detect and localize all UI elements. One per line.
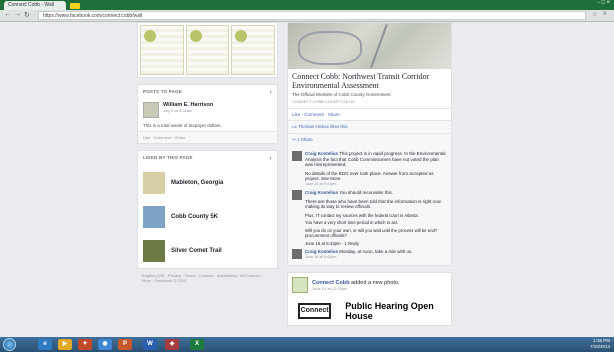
avatar[interactable] (292, 151, 302, 161)
browser-tab[interactable]: Connect Cobb - Wall (4, 1, 66, 10)
comment: Craig Kostelius Monday, at noon, take a … (292, 249, 447, 260)
page-avatar[interactable] (292, 277, 308, 293)
page-thumbnail[interactable] (143, 206, 165, 228)
liked-header: LIKED BY THIS PAGE › (138, 151, 277, 166)
shares-text[interactable]: 1 Share (297, 137, 313, 142)
posts-header-label: POSTS TO PAGE (143, 89, 182, 94)
link-post-card: Connect Cobb: Northwest Transit Corridor… (287, 22, 452, 266)
chevron-right-icon[interactable]: › (269, 155, 272, 162)
media-player-icon[interactable]: ▶ (58, 339, 72, 350)
likes-text[interactable]: Thomas Hickox likes this. (298, 124, 349, 129)
link-title[interactable]: Connect Cobb: Northwest Transit Corridor… (288, 69, 451, 90)
comment-paragraph: You have a very short time period in whi… (305, 220, 399, 225)
page-name[interactable]: Connect Cobb (312, 280, 350, 286)
shares-row: ↪ 1 Share (288, 133, 451, 146)
browser-titlebar: Connect Cobb - Wall - □ × (0, 0, 614, 10)
post-time[interactable]: June 13 at 12:03pm (312, 286, 399, 291)
post-actions[interactable]: Like · Comment · Share (138, 131, 277, 143)
liked-page-name[interactable]: Cobb County 5K (171, 214, 218, 220)
avatar[interactable] (143, 102, 159, 118)
url-text: https://www.facebook.com/connect.cobb/wa… (43, 13, 143, 19)
photo-thumb[interactable] (185, 25, 230, 75)
excel-icon[interactable]: X (190, 339, 204, 350)
windows-taskbar: e ▶ ✦ ◉ P W ◈ X 1:35 PM 7/10/2013 (0, 337, 614, 352)
page-thumbnail[interactable] (143, 172, 165, 194)
page-thumbnail[interactable] (143, 240, 165, 262)
liked-item[interactable]: Silver Comet Trail (138, 234, 277, 268)
post-text: This is a total waste of taxpayer dollar… (143, 123, 222, 128)
system-tray[interactable]: 1:35 PM 7/10/2013 (590, 338, 610, 350)
comment-meta[interactable]: June 16 at 5:41pm (305, 182, 447, 188)
left-column: POSTS TO PAGE › William E. Harrison July… (137, 22, 278, 287)
forward-arrow-icon[interactable]: → (14, 11, 21, 18)
chrome-icon[interactable]: ◉ (98, 339, 112, 350)
post-row: William E. Harrison July 9 at 9:08am (138, 100, 277, 120)
browser-navbar: ← → ↻ https://www.facebook.com/connect.c… (0, 10, 614, 22)
map-image[interactable] (288, 23, 451, 69)
star-icon[interactable]: ☆ (592, 11, 597, 18)
tray-date: 7/10/2013 (589, 344, 610, 349)
comment-extra: No details of the BOG ever took place. A… (305, 170, 434, 182)
url-bar[interactable]: https://www.facebook.com/connect.cobb/wa… (38, 11, 586, 20)
app-icon[interactable]: ◈ (165, 339, 179, 350)
liked-page-name[interactable]: Mableton, Georgia (171, 180, 223, 186)
right-column: Connect Cobb: Northwest Transit Corridor… (287, 22, 452, 326)
comment-author[interactable]: Craig Kostelius (305, 249, 338, 254)
liked-item[interactable]: Mableton, Georgia (138, 166, 277, 200)
firefox-icon[interactable]: ✦ (78, 339, 92, 350)
photo-thumb[interactable] (231, 25, 276, 75)
banner-headline: Public Hearing Open House (345, 301, 434, 321)
photo-thumb[interactable] (140, 25, 184, 75)
post-action-text: added a new photo. (351, 279, 400, 286)
comment-paragraph: Plus, IT contact my sources with the fed… (305, 212, 419, 218)
avatar[interactable] (292, 190, 302, 200)
window-controls[interactable]: - □ × (598, 0, 610, 6)
liked-by-page-card: LIKED BY THIS PAGE › Mableton, Georgia C… (137, 150, 278, 269)
comment-text: Monday, at noon, take a ride with us. (339, 249, 413, 254)
likes-row: 👍︎ Thomas Hickox likes this. (288, 120, 451, 133)
posts-to-page-card: POSTS TO PAGE › William E. Harrison July… (137, 84, 278, 144)
footer-links[interactable]: English (US) · Privacy · Terms · Cookies… (137, 269, 278, 287)
reload-icon[interactable]: ↻ (24, 11, 30, 19)
avatar[interactable] (292, 249, 302, 259)
comment-extra: There are those who have been told that … (305, 198, 441, 210)
comment-meta[interactable]: June 16 at 5:42pm (305, 255, 413, 261)
post-time[interactable]: July 9 at 9:08am (163, 108, 213, 113)
link-subtitle: The Official Website of Cobb County Gove… (292, 92, 391, 97)
posts-header: POSTS TO PAGE › (138, 85, 277, 100)
liked-header-label: LIKED BY THIS PAGE (143, 155, 193, 160)
start-button[interactable] (3, 338, 16, 351)
link-url: CONNECT.COBB.COUNTY.GA.US (292, 99, 355, 104)
photo-strip (137, 22, 278, 78)
connect-logo: Connect (298, 303, 332, 319)
liked-item[interactable]: Cobb County 5K (138, 200, 277, 234)
comment: Craig Kostelius You should reconsider th… (292, 190, 447, 210)
liked-page-name[interactable]: Silver Comet Trail (171, 248, 222, 254)
menu-icon[interactable]: ≡ (603, 11, 607, 17)
comments-section: Craig Kostelius This project is in rapid… (288, 146, 451, 265)
comment-author[interactable]: Craig Kostelius (305, 190, 338, 195)
post-photo[interactable]: Connect Public Hearing Open House (292, 301, 447, 321)
comment: Craig Kostelius This project is in rapid… (292, 151, 447, 187)
comment-text: You should reconsider this. (339, 190, 394, 195)
tab-title: Connect Cobb - Wall (8, 2, 54, 8)
comment-meta[interactable]: June 16 at 5:43pm · 1 Reply (305, 241, 447, 247)
new-tab-button[interactable] (70, 3, 80, 9)
ie-icon[interactable]: e (38, 339, 52, 350)
photo-post-card: Connect Cobb added a new photo. June 13 … (287, 272, 452, 326)
word-icon[interactable]: W (143, 339, 157, 350)
powerpoint-icon[interactable]: P (118, 339, 132, 350)
comment-author[interactable]: Craig Kostelius (305, 151, 338, 156)
post-header: Connect Cobb added a new photo. June 13 … (292, 277, 447, 293)
post-actions[interactable]: Like · Comment · Share (288, 108, 451, 120)
comment-paragraph: Will you do on your own, or will you wai… (305, 227, 438, 239)
back-arrow-icon[interactable]: ← (4, 11, 11, 18)
chevron-right-icon[interactable]: › (269, 89, 272, 96)
